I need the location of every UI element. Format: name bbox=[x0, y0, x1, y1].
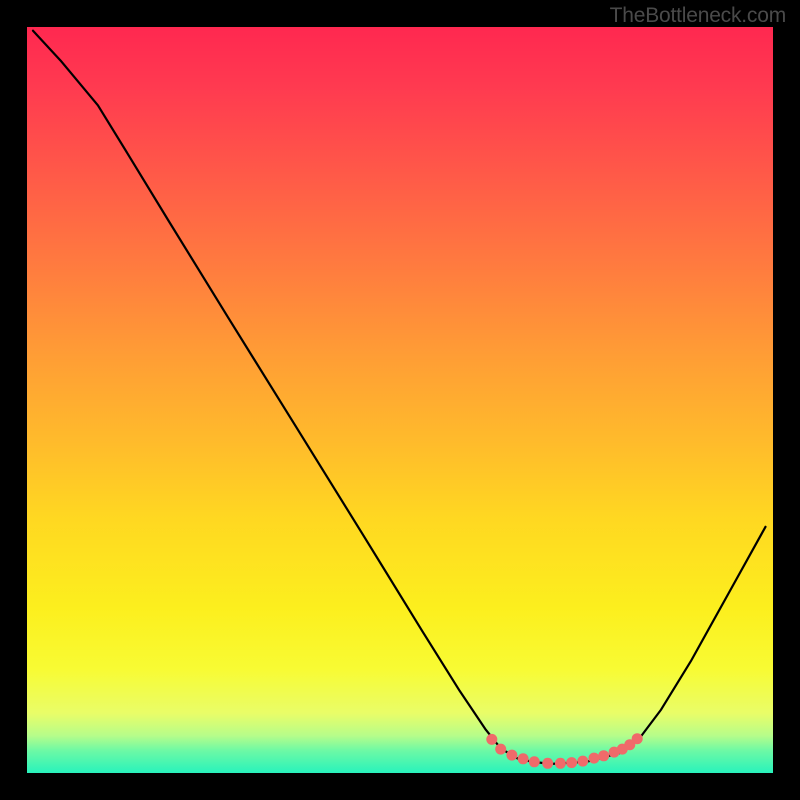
curve-marker bbox=[495, 744, 506, 755]
curve-marker bbox=[566, 757, 577, 768]
curve-marker bbox=[598, 750, 609, 761]
curve-markers bbox=[486, 733, 642, 769]
bottleneck-curve bbox=[33, 31, 766, 764]
curve-marker bbox=[518, 753, 529, 764]
curve-marker bbox=[589, 753, 600, 764]
chart-plot-area bbox=[27, 27, 773, 773]
curve-marker bbox=[555, 758, 566, 769]
chart-svg-layer bbox=[27, 27, 773, 773]
curve-marker bbox=[632, 733, 643, 744]
curve-marker bbox=[506, 750, 517, 761]
curve-marker bbox=[529, 756, 540, 767]
curve-marker bbox=[486, 734, 497, 745]
curve-marker bbox=[542, 758, 553, 769]
curve-marker bbox=[577, 756, 588, 767]
watermark-text: TheBottleneck.com bbox=[610, 4, 786, 28]
